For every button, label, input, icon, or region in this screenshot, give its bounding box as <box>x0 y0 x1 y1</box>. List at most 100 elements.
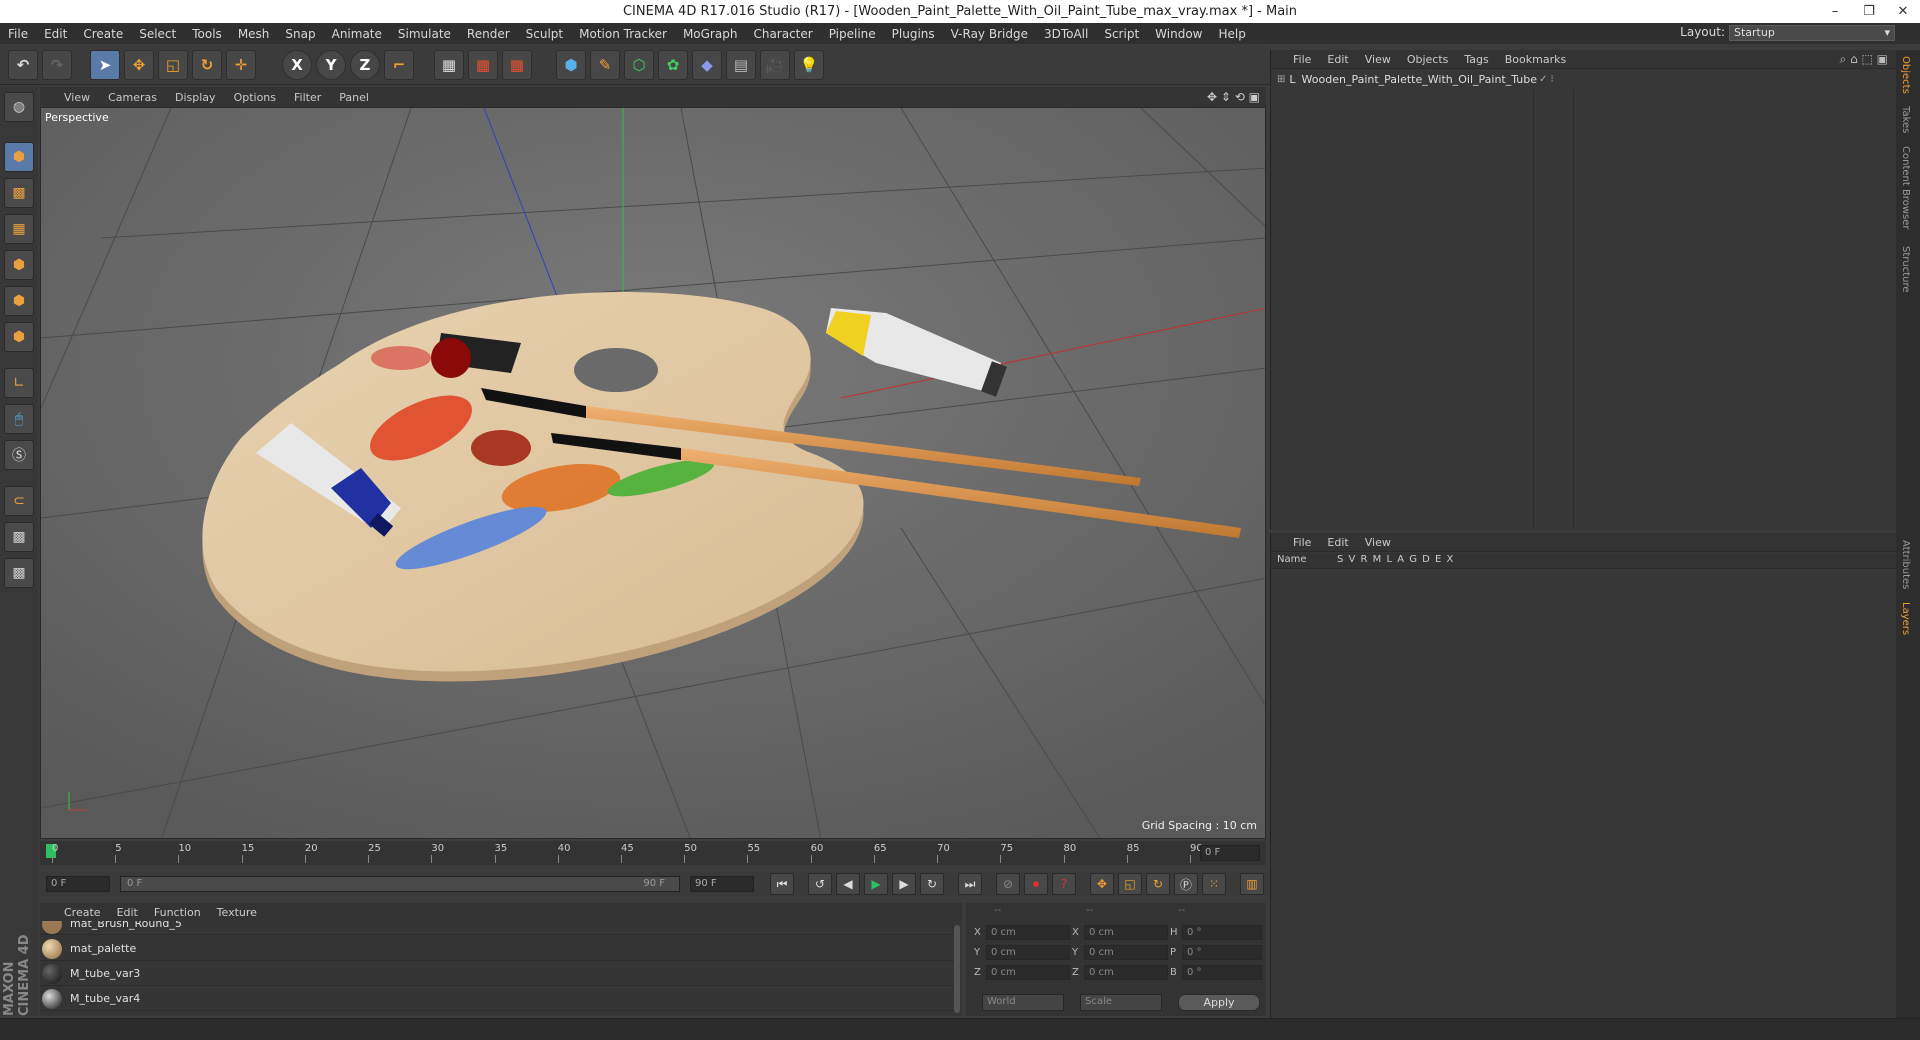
object-manager-search-icon[interactable]: ⌕ ⌂ ⬚ ▣ <box>1840 52 1888 67</box>
rotate-tool-button[interactable]: ↻ <box>192 50 222 80</box>
polygons-mode-button[interactable]: ⬢ <box>4 322 34 352</box>
render-settings-button[interactable]: ▦ <box>502 50 532 80</box>
menu-edit[interactable]: Edit <box>36 27 75 41</box>
menu-vray-bridge[interactable]: V-Ray Bridge <box>943 27 1036 41</box>
viewport-menu-panel[interactable]: Panel <box>330 91 378 104</box>
menu-sculpt[interactable]: Sculpt <box>518 27 571 41</box>
menu-character[interactable]: Character <box>745 27 820 41</box>
layers-menu-edit[interactable]: Edit <box>1319 536 1356 549</box>
tab-layers[interactable]: Layers <box>1900 602 1911 635</box>
pos-y-field[interactable]: 0 cm <box>986 945 1070 960</box>
tab-objects[interactable]: Objects <box>1900 56 1911 94</box>
subdivision-button[interactable]: ⬡ <box>624 50 654 80</box>
material-menu-function[interactable]: Function <box>146 906 209 919</box>
start-frame-field[interactable]: 0 F <box>46 876 110 892</box>
current-frame-field[interactable]: 0 F <box>1200 845 1260 861</box>
axis-mode-button[interactable]: ∟ <box>4 368 34 398</box>
objects-menu-edit[interactable]: Edit <box>1319 53 1356 66</box>
rot-p-field[interactable]: 0 ° <box>1182 945 1262 960</box>
redo-button[interactable]: ↷ <box>42 50 72 80</box>
layout-select[interactable]: Startup <box>1729 25 1895 41</box>
prev-frame-button[interactable]: ◀ <box>836 873 860 895</box>
menu-mograph[interactable]: MoGraph <box>675 27 746 41</box>
floor-button[interactable]: ▤ <box>726 50 756 80</box>
timeline-window-button[interactable]: ▥ <box>1240 873 1264 895</box>
tab-takes[interactable]: Takes <box>1900 106 1911 133</box>
select-tool-button[interactable]: ➤ <box>90 50 120 80</box>
record-keys-button[interactable]: ⊘ <box>996 873 1020 895</box>
rot-b-field[interactable]: 0 ° <box>1182 965 1262 980</box>
move-tool-button[interactable]: ✥ <box>124 50 154 80</box>
model-mode-button[interactable]: ⬢ <box>4 142 34 172</box>
next-key-button[interactable]: ↻ <box>920 873 944 895</box>
menu-select[interactable]: Select <box>131 27 184 41</box>
object-row[interactable]: ⊞ L Wooden_Paint_Palette_With_Oil_Paint_… <box>1271 69 1897 89</box>
play-button[interactable]: ▶ <box>864 873 888 895</box>
material-scrollbar[interactable] <box>954 925 960 1013</box>
tweak-mode-button[interactable]: 🖱 <box>4 404 34 434</box>
light-button[interactable]: 💡 <box>794 50 824 80</box>
minimize-button[interactable]: – <box>1818 0 1852 23</box>
cloner-button[interactable]: ✿ <box>658 50 688 80</box>
tab-content-browser[interactable]: Content Browser <box>1900 146 1911 229</box>
goto-end-button[interactable]: ⏭ <box>958 873 982 895</box>
keyframe-selection-button[interactable]: ? <box>1052 873 1076 895</box>
object-visibility-icon[interactable]: ✓ ⁝ <box>1539 74 1554 85</box>
prev-key-button[interactable]: ↺ <box>808 873 832 895</box>
points-mode-button[interactable]: ⬢ <box>4 250 34 280</box>
menu-motion-tracker[interactable]: Motion Tracker <box>571 27 675 41</box>
coordinate-system-button[interactable]: ⌐ <box>384 50 414 80</box>
texture-mode-button[interactable]: ▩ <box>4 178 34 208</box>
viewport-menu-options[interactable]: Options <box>225 91 285 104</box>
live-select-button[interactable]: ✛ <box>226 50 256 80</box>
planar-workplane-button[interactable]: ▩ <box>4 558 34 588</box>
objects-menu-tags[interactable]: Tags <box>1456 53 1496 66</box>
objects-menu-objects[interactable]: Objects <box>1399 53 1457 66</box>
scale-key-button[interactable]: ◱ <box>1118 873 1142 895</box>
menu-render[interactable]: Render <box>459 27 518 41</box>
frame-range-slider[interactable]: 0 F 90 F <box>120 876 680 892</box>
size-y-field[interactable]: 0 cm <box>1084 945 1168 960</box>
pos-x-field[interactable]: 0 cm <box>986 925 1070 940</box>
menu-pipeline[interactable]: Pipeline <box>821 27 884 41</box>
cube-button[interactable]: ⬢ <box>556 50 586 80</box>
menu-plugins[interactable]: Plugins <box>884 27 943 41</box>
menu-snap[interactable]: Snap <box>277 27 323 41</box>
object-name[interactable]: Wooden_Paint_Palette_With_Oil_Paint_Tube <box>1302 73 1537 86</box>
material-menu-texture[interactable]: Texture <box>209 906 265 919</box>
magnet-button[interactable]: ⊂ <box>4 486 34 516</box>
material-row[interactable]: mat_palette <box>40 937 956 961</box>
goto-start-button[interactable]: ⏮ <box>770 873 794 895</box>
x-axis-button[interactable]: X <box>282 50 312 80</box>
menu-create[interactable]: Create <box>75 27 131 41</box>
viewport-menu-view[interactable]: View <box>40 91 99 104</box>
snap-button[interactable]: Ⓢ <box>4 440 34 470</box>
material-menu-edit[interactable]: Edit <box>109 906 146 919</box>
apply-button[interactable]: Apply <box>1178 994 1260 1011</box>
viewport-menu-cameras[interactable]: Cameras <box>99 91 166 104</box>
rot-h-field[interactable]: 0 ° <box>1182 925 1262 940</box>
maximize-button[interactable]: ❐ <box>1852 0 1886 23</box>
pos-z-field[interactable]: 0 cm <box>986 965 1070 980</box>
material-row[interactable]: M_tube_var3 <box>40 962 956 986</box>
menu-mesh[interactable]: Mesh <box>230 27 278 41</box>
menu-help[interactable]: Help <box>1210 27 1253 41</box>
tab-attributes[interactable]: Attributes <box>1900 540 1911 589</box>
undo-button[interactable]: ↶ <box>8 50 38 80</box>
menu-tools[interactable]: Tools <box>184 27 230 41</box>
layers-menu-file[interactable]: File <box>1271 536 1319 549</box>
close-button[interactable]: ✕ <box>1886 0 1920 23</box>
material-row[interactable]: M_tube_var4 <box>40 987 956 1011</box>
size-x-field[interactable]: 0 cm <box>1084 925 1168 940</box>
z-axis-button[interactable]: Z <box>350 50 380 80</box>
camera-button[interactable]: 🎥 <box>760 50 790 80</box>
material-menu-create[interactable]: Create <box>40 906 109 919</box>
objects-menu-bookmarks[interactable]: Bookmarks <box>1497 53 1574 66</box>
size-z-field[interactable]: 0 cm <box>1084 965 1168 980</box>
scale-dropdown[interactable]: Scale <box>1080 994 1162 1011</box>
expand-icon[interactable]: ⊞ <box>1277 74 1285 85</box>
viewport-nav-icons[interactable]: ✥ ⇕ ⟲ ▣ <box>1207 90 1260 104</box>
material-row[interactable]: mat_Brush_Round_5 <box>40 921 956 935</box>
autokey-button[interactable]: ⏺ <box>1024 873 1048 895</box>
world-dropdown[interactable]: World <box>982 994 1064 1011</box>
